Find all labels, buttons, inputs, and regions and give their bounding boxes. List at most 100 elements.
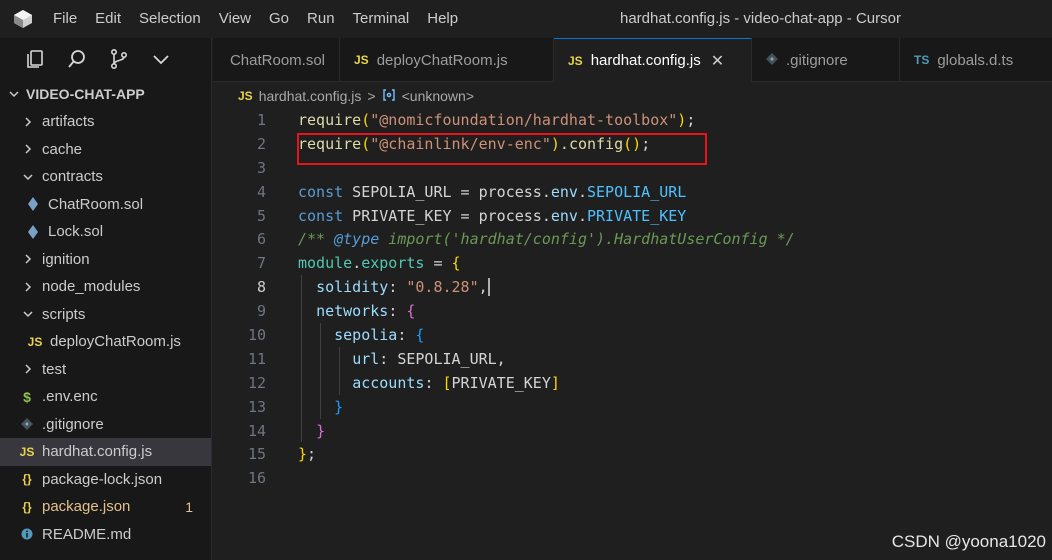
tree-folder-scripts[interactable]: scripts <box>0 301 211 329</box>
js-file-icon: JS <box>568 53 583 68</box>
line-number: 9 <box>256 302 266 321</box>
tree-file-chatroom-sol[interactable]: ChatRoom.sol <box>0 191 211 219</box>
tab-hardhat-config-js[interactable]: JS hardhat.config.js ✕ <box>554 38 752 82</box>
explorer-root-folder[interactable]: VIDEO-CHAT-APP <box>0 80 211 108</box>
highlight-annotation-box <box>297 133 707 165</box>
chevron-right-icon <box>20 253 36 265</box>
chevron-right-icon <box>20 281 36 293</box>
tree-folder-test[interactable]: test <box>0 356 211 384</box>
code-line-11: 11 url: SEPOLIA_URL, <box>213 346 1052 371</box>
chevron-right-icon <box>20 143 36 155</box>
menu-bar: File Edit Selection View Go Run Terminal… <box>44 0 467 38</box>
window-title: hardhat.config.js - video-chat-app - Cur… <box>620 10 901 27</box>
menu-selection[interactable]: Selection <box>130 0 210 38</box>
explorer-root-label: VIDEO-CHAT-APP <box>26 86 145 102</box>
line-number: 11 <box>247 349 266 368</box>
watermark: CSDN @yoona1020 <box>891 532 1046 551</box>
code-line-12: 12 accounts: [PRIVATE_KEY] <box>213 370 1052 395</box>
chevron-down-icon[interactable] <box>150 48 172 70</box>
breadcrumb-symbol[interactable]: <unknown> <box>402 88 474 104</box>
title-bar: File Edit Selection View Go Run Terminal… <box>0 0 1052 38</box>
editor-tabs: ChatRoom.sol JS deployChatRoom.js JS har… <box>213 38 1052 82</box>
tree-file-env-enc[interactable]: $ .env.enc <box>0 383 211 411</box>
tree-file-lock-sol[interactable]: Lock.sol <box>0 218 211 246</box>
tab-label: deployChatRoom.js <box>376 51 508 69</box>
tab-label: hardhat.config.js <box>590 52 701 69</box>
activity-bar <box>0 38 211 80</box>
tab-deploychatroom-js[interactable]: JS deployChatRoom.js <box>340 38 554 82</box>
git-icon <box>18 418 36 431</box>
code-line-6: 6 /** @type import('hardhat/config').Har… <box>213 227 1052 251</box>
menu-view[interactable]: View <box>210 0 260 38</box>
line-number: 12 <box>247 373 266 392</box>
json-file-icon: {} <box>22 472 32 487</box>
files-icon[interactable] <box>24 48 46 70</box>
line-number: 3 <box>256 158 266 177</box>
tree-folder-cache[interactable]: cache <box>0 136 211 164</box>
tree-file-package-json[interactable]: {} package.json 1 <box>0 493 211 521</box>
tree-label: .gitignore <box>42 415 104 433</box>
tree-folder-ignition[interactable]: ignition <box>0 246 211 274</box>
explorer-sidebar: VIDEO-CHAT-APP artifacts cache contracts… <box>0 38 212 560</box>
tab-gitignore[interactable]: .gitignore <box>752 38 900 82</box>
line-number: 15 <box>247 445 266 464</box>
code-line-8: 8 solidity: "0.8.28", <box>213 275 1052 300</box>
breadcrumb: JS hardhat.config.js > <unknown> <box>238 84 474 108</box>
js-file-icon: JS <box>19 444 35 459</box>
line-number: 14 <box>247 421 266 440</box>
tab-globals-d-ts[interactable]: TS globals.d.ts <box>900 38 1052 82</box>
breadcrumb-file[interactable]: hardhat.config.js <box>259 88 362 104</box>
js-file-icon: JS <box>238 89 253 103</box>
search-icon[interactable] <box>66 48 88 70</box>
menu-run[interactable]: Run <box>298 0 344 38</box>
tab-chatroom-sol[interactable]: ChatRoom.sol <box>213 38 340 82</box>
cursor-logo-icon <box>10 6 36 32</box>
chevron-right-icon <box>20 116 36 128</box>
line-number: 16 <box>247 469 266 488</box>
tree-label: node_modules <box>42 278 141 296</box>
breadcrumb-separator: > <box>367 88 376 104</box>
menu-edit[interactable]: Edit <box>86 0 130 38</box>
tree-file-deploychatroom-js[interactable]: JS deployChatRoom.js <box>0 328 211 356</box>
tree-folder-artifacts[interactable]: artifacts <box>0 108 211 136</box>
tree-file-readme-md[interactable]: README.md <box>0 521 211 549</box>
tree-label: Lock.sol <box>48 223 104 241</box>
line-number: 1 <box>256 110 266 129</box>
line-number: 5 <box>256 206 266 225</box>
tree-label: test <box>42 360 67 378</box>
info-icon <box>18 528 36 540</box>
tree-file-hardhat-config-js[interactable]: JS hardhat.config.js <box>0 438 211 466</box>
chevron-down-icon <box>6 88 22 100</box>
tree-file-package-lock-json[interactable]: {} package-lock.json <box>0 466 211 494</box>
dollar-icon: $ <box>23 388 31 405</box>
problem-count-badge: 1 <box>185 498 193 515</box>
menu-terminal[interactable]: Terminal <box>344 0 419 38</box>
tree-label: ChatRoom.sol <box>48 195 144 213</box>
menu-help[interactable]: Help <box>418 0 467 38</box>
json-file-icon: {} <box>22 499 32 514</box>
line-number: 13 <box>247 397 266 416</box>
text-cursor <box>487 278 490 297</box>
js-file-icon: JS <box>27 334 43 349</box>
code-line-16: 16 <box>213 466 1052 490</box>
tree-label: package-lock.json <box>42 470 163 488</box>
tree-file-gitignore[interactable]: .gitignore <box>0 411 211 439</box>
tree-folder-node-modules[interactable]: node_modules <box>0 273 211 301</box>
chevron-down-icon <box>20 308 36 320</box>
tree-label: hardhat.config.js <box>42 443 153 461</box>
solidity-file-icon <box>24 197 42 212</box>
code-line-5: 5 const PRIVATE_KEY = process.env.PRIVAT… <box>213 204 1052 228</box>
menu-go[interactable]: Go <box>260 0 298 38</box>
tab-label: globals.d.ts <box>937 51 1014 69</box>
tab-label: .gitignore <box>786 51 848 69</box>
tree-label: contracts <box>42 168 103 186</box>
line-number: 4 <box>256 182 266 201</box>
code-line-10: 10 sepolia: { <box>213 323 1052 347</box>
close-icon[interactable]: ✕ <box>711 51 724 71</box>
source-control-icon[interactable] <box>108 48 130 70</box>
menu-file[interactable]: File <box>44 0 86 38</box>
tree-folder-contracts[interactable]: contracts <box>0 163 211 191</box>
code-line-4: 4 const SEPOLIA_URL = process.env.SEPOLI… <box>213 180 1052 204</box>
code-editor[interactable]: 1 require("@nomicfoundation/hardhat-tool… <box>213 108 1052 560</box>
tree-label: artifacts <box>42 113 95 131</box>
